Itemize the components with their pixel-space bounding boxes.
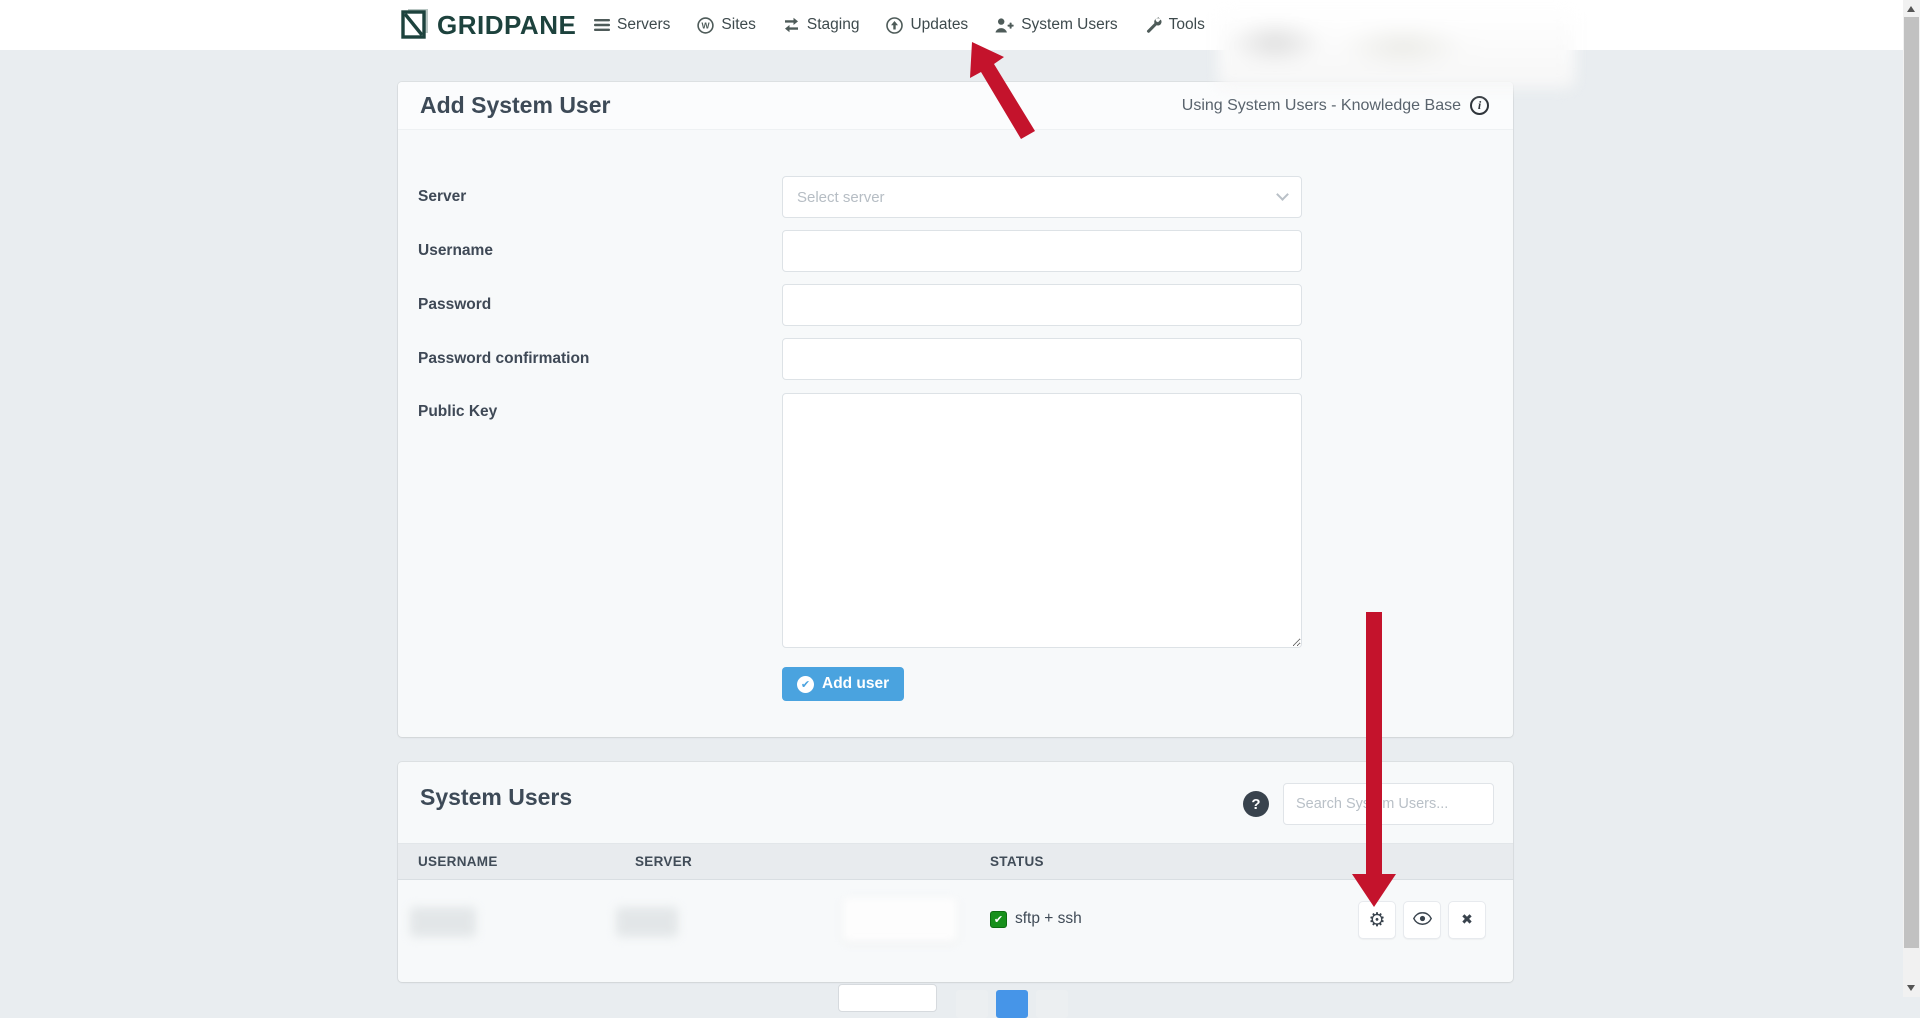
- column-header-username[interactable]: USERNAME: [418, 844, 498, 880]
- eye-icon: [1413, 912, 1432, 929]
- gridpane-logo-text: GRIDPANE: [437, 10, 576, 41]
- nav-item-label: Sites: [721, 16, 755, 34]
- gridpane-logo[interactable]: GRIDPANE: [400, 0, 576, 50]
- close-icon: ✖: [1461, 913, 1473, 927]
- nav-item-label: Staging: [807, 16, 860, 34]
- main-navigation: Servers W Sites Staging Updates System U…: [594, 0, 1205, 50]
- gear-icon: ⚙: [1368, 911, 1385, 930]
- wordpress-icon: W: [697, 17, 714, 34]
- user-plus-icon: [995, 18, 1014, 33]
- server-select-placeholder: Select server: [797, 189, 885, 206]
- server-select[interactable]: Select server: [782, 176, 1302, 218]
- column-header-status[interactable]: STATUS: [990, 844, 1044, 880]
- page-title: Add System User: [420, 92, 610, 119]
- chevron-down-icon: [1276, 188, 1289, 201]
- servers-icon: [594, 18, 610, 32]
- nav-item-staging[interactable]: Staging: [783, 16, 860, 34]
- scrollbar-down-arrow[interactable]: [1907, 985, 1915, 991]
- delete-user-button[interactable]: ✖: [1448, 901, 1486, 939]
- password-input[interactable]: [782, 284, 1302, 326]
- updates-icon: [886, 17, 903, 34]
- username-input[interactable]: [782, 230, 1302, 272]
- status-checkbox-icon: ✔: [990, 911, 1007, 928]
- password-confirmation-input[interactable]: [782, 338, 1302, 380]
- add-user-button-label: Add user: [822, 675, 889, 693]
- wrench-icon: [1145, 17, 1162, 34]
- redacted-username-cell: [410, 907, 476, 937]
- help-question-icon[interactable]: ?: [1243, 791, 1269, 817]
- nav-item-label: Updates: [910, 16, 968, 34]
- username-label: Username: [418, 242, 493, 260]
- red-arrow-to-settings-button: [1346, 612, 1402, 908]
- scrollbar-thumb[interactable]: [1904, 17, 1919, 948]
- view-user-button[interactable]: [1403, 901, 1441, 939]
- nav-item-updates[interactable]: Updates: [886, 16, 968, 34]
- staging-icon: [783, 17, 800, 33]
- nav-item-label: Servers: [617, 16, 670, 34]
- nav-item-tools[interactable]: Tools: [1145, 16, 1205, 34]
- pagination-prev-button[interactable]: [956, 990, 988, 1018]
- pagination-next-button[interactable]: [1036, 990, 1068, 1018]
- status-text: sftp + ssh: [1015, 910, 1082, 928]
- gridpane-logo-icon: [400, 7, 430, 44]
- svg-text:W: W: [702, 20, 711, 30]
- scrollbar[interactable]: [1903, 0, 1920, 997]
- column-header-server[interactable]: SERVER: [635, 844, 692, 880]
- redacted-account-area: [1218, 6, 1575, 88]
- pagination-active-page-button[interactable]: [996, 990, 1028, 1018]
- password-confirmation-label: Password confirmation: [418, 350, 589, 368]
- public-key-textarea[interactable]: [782, 393, 1302, 648]
- status-cell: ✔ sftp + ssh: [990, 910, 1082, 928]
- nav-item-servers[interactable]: Servers: [594, 16, 670, 34]
- nav-item-label: Tools: [1169, 16, 1205, 34]
- nav-item-label: System Users: [1021, 16, 1117, 34]
- nav-item-system-users[interactable]: System Users: [995, 16, 1117, 34]
- scrollbar-up-arrow[interactable]: [1907, 6, 1915, 12]
- password-label: Password: [418, 296, 491, 314]
- nav-item-sites[interactable]: W Sites: [697, 16, 755, 34]
- public-key-label: Public Key: [418, 403, 497, 421]
- knowledge-base-link-label: Using System Users - Knowledge Base: [1182, 97, 1461, 115]
- red-arrow-to-system-users: [938, 35, 1040, 143]
- system-users-title: System Users: [420, 784, 572, 811]
- info-icon[interactable]: i: [1470, 96, 1489, 115]
- knowledge-base-link[interactable]: Using System Users - Knowledge Base i: [1182, 96, 1489, 115]
- add-user-button[interactable]: ✔ Add user: [782, 667, 904, 701]
- redacted-server-cell: [616, 907, 678, 937]
- server-label: Server: [418, 188, 466, 206]
- check-circle-icon: ✔: [797, 676, 814, 693]
- redacted-badge-cell: [843, 898, 957, 942]
- page-size-select[interactable]: [838, 984, 937, 1012]
